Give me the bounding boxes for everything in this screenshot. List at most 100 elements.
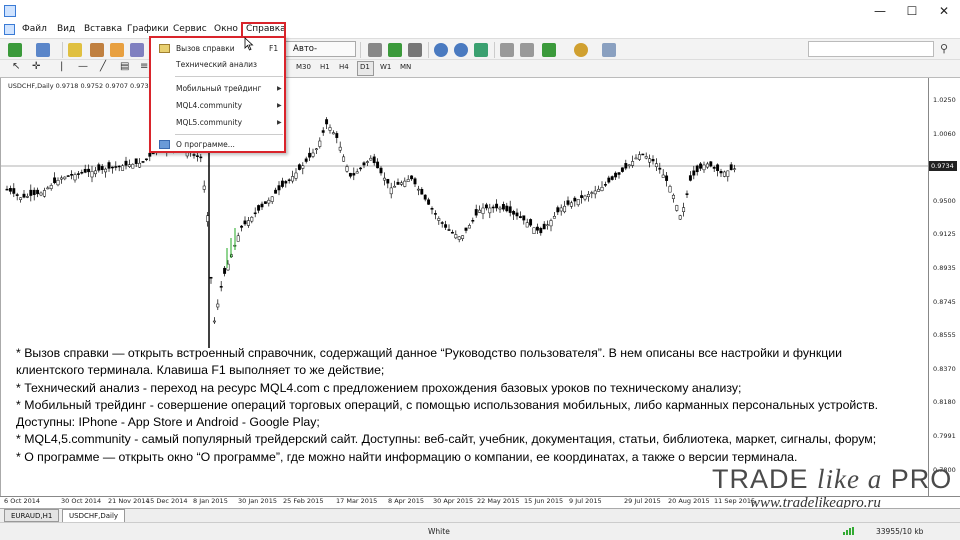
candle-body: [583, 195, 587, 200]
vertical-line-tool-icon[interactable]: |: [60, 61, 63, 72]
menu-item-technical-analysis[interactable]: Технический анализ: [176, 60, 257, 69]
chart-shift-icon[interactable]: [500, 43, 514, 57]
search-icon[interactable]: ⚲: [940, 42, 948, 55]
candle-body: [338, 146, 342, 151]
navigator-icon[interactable]: [90, 43, 104, 57]
candle-body: [722, 171, 726, 177]
autoscroll-icon[interactable]: [520, 43, 534, 57]
new-chart-icon[interactable]: [8, 43, 22, 57]
tile-windows-icon[interactable]: [474, 43, 488, 57]
candle-body: [416, 188, 420, 191]
zoom-out-icon[interactable]: [454, 43, 468, 57]
chart-symbol-header: USDCHF,Daily 0.9718 0.9752 0.9707 0.9734: [8, 82, 153, 90]
price-tick-label: 0.9125: [933, 230, 956, 239]
candle-body: [63, 176, 67, 180]
menu-file[interactable]: Файл: [22, 24, 47, 34]
candle-body: [705, 163, 709, 168]
candle-body: [314, 148, 318, 151]
candle-body: [49, 185, 53, 189]
menu-insert[interactable]: Вставка: [84, 24, 122, 34]
candle-body: [141, 161, 145, 163]
candle-body: [134, 158, 138, 164]
zoom-in-icon[interactable]: [434, 43, 448, 57]
menu-tools[interactable]: Сервис: [173, 24, 207, 34]
menu-item-mql4-community[interactable]: MQL4.community: [176, 101, 242, 110]
candle-body: [406, 179, 410, 182]
terminal-icon[interactable]: [110, 43, 124, 57]
menu-item-help-topics[interactable]: Вызов справки: [176, 44, 235, 53]
trendline-tool-icon[interactable]: ╱: [100, 61, 106, 72]
autotrade-button[interactable]: Авто-торговля: [282, 41, 356, 68]
candle-body: [308, 152, 312, 158]
menu-item-about[interactable]: О программе...: [176, 140, 235, 149]
candle-body: [345, 166, 349, 172]
channel-tool-icon[interactable]: ▤: [120, 61, 129, 72]
tab-usdchf-daily[interactable]: USDCHF,Daily: [62, 509, 126, 522]
tester-icon[interactable]: [130, 43, 144, 57]
search-input[interactable]: [808, 41, 934, 57]
timeframe-d1[interactable]: D1: [360, 63, 370, 71]
candle-body: [491, 206, 495, 209]
candle-body: [260, 203, 264, 208]
menu-item-mql5-community[interactable]: MQL5.community: [176, 118, 242, 127]
menu-window[interactable]: Окно: [214, 24, 238, 34]
line-chart-icon[interactable]: [408, 43, 422, 57]
profiles-icon[interactable]: [36, 43, 50, 57]
title-bar: — ☐ ✕: [0, 0, 960, 22]
horizontal-line-tool-icon[interactable]: —: [78, 61, 88, 72]
candle-body: [335, 133, 339, 138]
candle-body: [573, 197, 577, 202]
menu-charts[interactable]: Графики: [127, 24, 169, 34]
timeframe-h1[interactable]: H1: [320, 63, 330, 71]
candle-body: [76, 173, 80, 175]
candle-body: [369, 157, 373, 161]
candle-body: [712, 166, 716, 169]
candle-body: [36, 189, 40, 195]
cursor-tool-icon[interactable]: ↖: [12, 61, 20, 72]
candle-body: [25, 196, 29, 198]
candle-body: [641, 153, 645, 156]
bar-chart-icon[interactable]: [368, 43, 382, 57]
templates-icon[interactable]: [602, 43, 616, 57]
candle-body: [359, 167, 363, 170]
candle-body: [212, 320, 216, 323]
candle-body: [365, 161, 369, 163]
menu-view[interactable]: Вид: [57, 24, 75, 34]
date-tick-label: 17 Mar 2015: [336, 497, 378, 505]
tab-euraud-h1[interactable]: EURAUD,H1: [4, 509, 60, 522]
fibonacci-tool-icon[interactable]: ≡: [140, 61, 148, 72]
candle-body: [631, 161, 635, 166]
close-button[interactable]: ✕: [928, 0, 960, 22]
candle-body: [15, 194, 19, 196]
timeframe-m30[interactable]: M30: [296, 63, 311, 71]
candle-body: [624, 163, 628, 169]
timeframe-w1[interactable]: W1: [380, 63, 391, 71]
market-watch-icon[interactable]: [68, 43, 82, 57]
periods-icon[interactable]: [574, 43, 588, 57]
timeframe-mn[interactable]: MN: [400, 63, 411, 71]
indicators-icon[interactable]: [542, 43, 556, 57]
timeframe-h4[interactable]: H4: [339, 63, 349, 71]
candle-body: [396, 181, 400, 185]
candle-body: [70, 174, 74, 176]
date-tick-label: 29 Jul 2015: [624, 497, 661, 505]
price-tick-label: 0.8180: [933, 398, 956, 407]
candle-body: [733, 168, 737, 170]
candle-body: [471, 220, 475, 222]
crosshair-tool-icon[interactable]: ✛: [32, 61, 40, 72]
candle-body: [685, 193, 689, 195]
maximize-button[interactable]: ☐: [896, 0, 928, 22]
chart-tabs-bar: [0, 508, 960, 522]
candle-body: [535, 226, 539, 231]
candle-body: [117, 165, 121, 168]
candle-body: [716, 164, 720, 171]
candle-body: [124, 160, 128, 166]
candle-body: [104, 168, 108, 173]
candle-body: [8, 188, 12, 192]
menu-item-mobile-trading[interactable]: Мобильный трейдинг: [176, 84, 261, 93]
candle-body: [59, 177, 63, 180]
candle-body: [525, 222, 529, 228]
candlestick-icon[interactable]: [388, 43, 402, 57]
minimize-button[interactable]: —: [864, 0, 896, 22]
candle-body: [148, 152, 152, 157]
